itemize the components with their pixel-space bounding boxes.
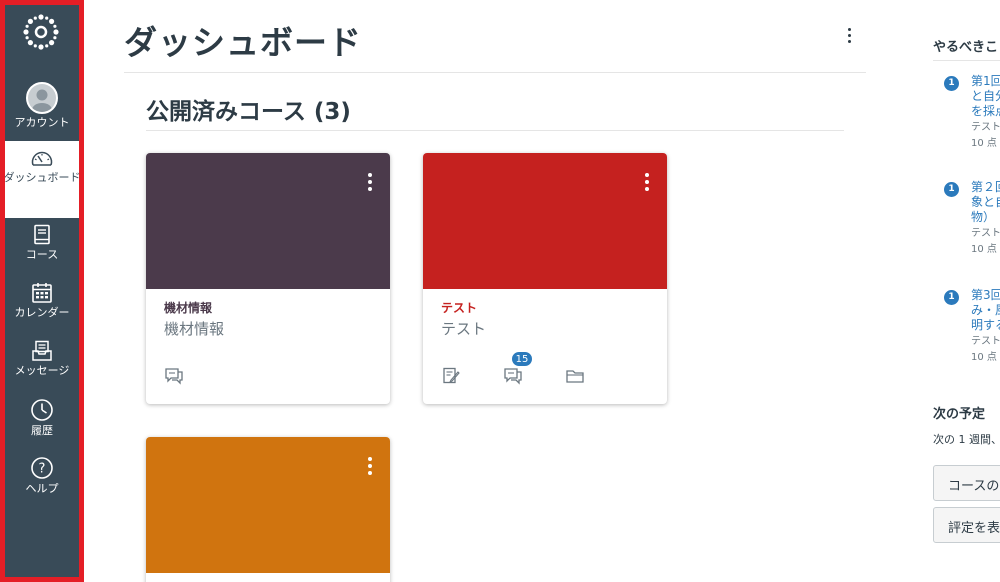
- todo-points: 10 点: [971, 138, 997, 149]
- discussions-icon[interactable]: 15: [503, 351, 533, 385]
- course-card[interactable]: 機材情報 機材情報: [146, 153, 390, 404]
- upcoming-subtext: 次の 1 週間、: [933, 433, 1000, 446]
- nav-item-dashboard[interactable]: ダッシュボード: [0, 141, 84, 218]
- view-grades-button[interactable]: 評定を表: [933, 507, 1000, 543]
- todo-title-link[interactable]: 第3回 み・風 明する: [971, 288, 1000, 333]
- nav-label-dashboard: ダッシュボード: [3, 171, 81, 184]
- dashboard-options-button[interactable]: [841, 28, 857, 52]
- course-card-name: テスト: [441, 320, 487, 338]
- nav-item-calendar[interactable]: カレンダー: [0, 282, 84, 330]
- nav-label-account: アカウント: [14, 116, 70, 129]
- discussions-icon[interactable]: [164, 367, 184, 385]
- dashboard-icon: [30, 149, 54, 169]
- nav-item-account[interactable]: アカウント: [0, 82, 84, 136]
- help-icon: ?: [30, 456, 54, 480]
- todo-divider: [933, 60, 1000, 61]
- calendar-icon: [31, 282, 53, 304]
- todo-count-badge: 1: [944, 290, 959, 305]
- todo-title-link[interactable]: 第1回 と自分 を採点: [971, 74, 1000, 119]
- todo-course: テスト: [971, 122, 1000, 133]
- nav-item-messages[interactable]: メッセージ: [0, 340, 84, 388]
- course-card-name: 機材情報: [164, 320, 225, 338]
- nav-item-help[interactable]: ? ヘルプ: [0, 456, 84, 504]
- todo-header: やるべきこ: [933, 40, 999, 55]
- course-card-code[interactable]: テスト: [441, 299, 649, 316]
- avatar: [26, 82, 58, 114]
- global-navigation: アカウント ダッシュボード コース カレンダー メッセージ 履歴 ? ヘルプ: [0, 0, 84, 582]
- start-new-course-button[interactable]: コースの: [933, 465, 1000, 501]
- nav-label-courses: コース: [25, 248, 59, 261]
- todo-course: テスト: [971, 228, 1000, 239]
- todo-count-badge: 1: [944, 76, 959, 91]
- course-card-hero[interactable]: [146, 437, 390, 573]
- section-title: 公開済みコース (3): [146, 99, 351, 125]
- card-options-button[interactable]: [368, 173, 372, 191]
- course-card[interactable]: [146, 437, 390, 582]
- nav-label-history: 履歴: [31, 424, 53, 437]
- todo-points: 10 点: [971, 244, 997, 255]
- assignments-icon[interactable]: [441, 367, 461, 385]
- nav-item-courses[interactable]: コース: [0, 224, 84, 272]
- inbox-icon: [31, 340, 53, 362]
- todo-count-badge: 1: [944, 182, 959, 197]
- course-card[interactable]: テスト テスト 15: [423, 153, 667, 404]
- todo-title-link[interactable]: 第２回 象と自 物）: [971, 180, 1000, 225]
- upcoming-header: 次の予定: [933, 407, 986, 422]
- clock-icon: [30, 398, 54, 422]
- page-title: ダッシュボード: [124, 23, 362, 62]
- unread-badge: 15: [511, 351, 533, 367]
- canvas-logo-icon[interactable]: [21, 12, 61, 52]
- folder-icon[interactable]: [565, 367, 585, 385]
- svg-text:?: ?: [39, 462, 46, 477]
- todo-item[interactable]: 1 第２回 象と自 物） テスト 10 点: [944, 180, 1000, 270]
- course-card-hero[interactable]: [146, 153, 390, 289]
- todo-course: テスト: [971, 336, 1000, 347]
- course-card-code[interactable]: 機材情報: [164, 299, 372, 316]
- nav-item-history[interactable]: 履歴: [0, 398, 84, 446]
- nav-label-messages: メッセージ: [14, 364, 70, 377]
- section-divider: [146, 130, 844, 131]
- todo-points: 10 点: [971, 352, 997, 363]
- book-icon: [32, 224, 52, 246]
- card-options-button[interactable]: [368, 457, 372, 475]
- nav-label-help: ヘルプ: [25, 482, 59, 495]
- header-divider: [124, 72, 866, 73]
- todo-item[interactable]: 1 第1回 と自分 を採点 テスト 10 点: [944, 74, 1000, 164]
- nav-label-calendar: カレンダー: [14, 306, 70, 319]
- course-card-hero[interactable]: [423, 153, 667, 289]
- todo-item[interactable]: 1 第3回 み・風 明する テスト 10 点: [944, 288, 1000, 378]
- card-options-button[interactable]: [645, 173, 649, 191]
